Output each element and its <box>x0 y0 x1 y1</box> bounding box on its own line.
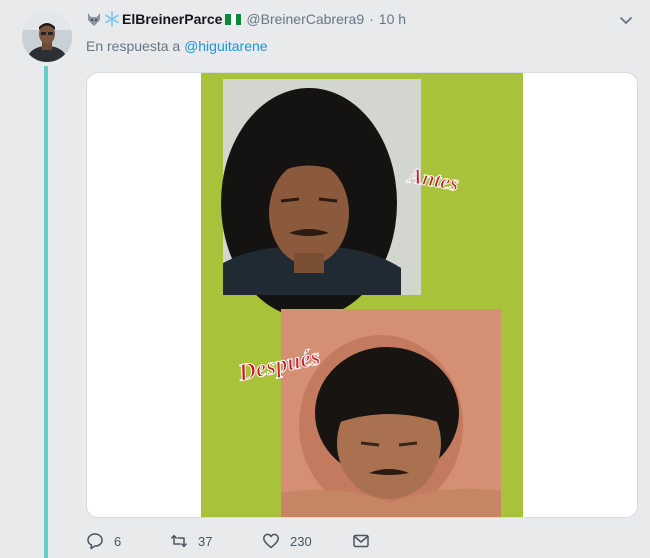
avatar[interactable] <box>22 12 72 62</box>
thread-line <box>44 66 48 558</box>
display-name[interactable]: ElBreinerParce <box>122 11 222 27</box>
nigeria-flag-icon <box>225 13 242 25</box>
before-photo <box>221 79 421 318</box>
reply-count: 6 <box>114 533 122 549</box>
tweet-header: ElBreinerParce @BreinerCabrera9 · 10 h <box>86 9 406 29</box>
like-count: 230 <box>290 533 312 549</box>
retweet-icon <box>171 534 187 548</box>
after-photo <box>281 309 501 517</box>
reply-to-link[interactable]: @higuitarene <box>184 38 268 54</box>
reply-context: En respuesta a @higuitarene <box>86 38 268 54</box>
reply-icon <box>87 533 103 550</box>
handle[interactable]: @BreinerCabrera9 <box>246 11 364 27</box>
envelope-icon <box>353 534 369 548</box>
media-card[interactable]: Antes Después <box>86 72 638 518</box>
like-button[interactable]: 230 <box>262 532 352 550</box>
tweet-actions: 6 37 230 <box>86 530 380 552</box>
heart-icon <box>263 533 279 549</box>
direct-message-button[interactable] <box>352 532 380 550</box>
avatar-photo <box>22 12 72 62</box>
reply-button[interactable]: 6 <box>86 532 170 550</box>
meme-image[interactable]: Antes Después <box>201 73 523 517</box>
separator: · <box>369 11 374 27</box>
timestamp[interactable]: 10 h <box>379 11 406 27</box>
snowflake-emoji-icon <box>105 11 119 27</box>
reply-prefix: En respuesta a <box>86 38 181 54</box>
retweet-button[interactable]: 37 <box>170 532 262 550</box>
wolf-emoji-icon <box>88 13 100 26</box>
retweet-count: 37 <box>198 533 213 549</box>
chevron-down-icon[interactable] <box>618 12 634 28</box>
